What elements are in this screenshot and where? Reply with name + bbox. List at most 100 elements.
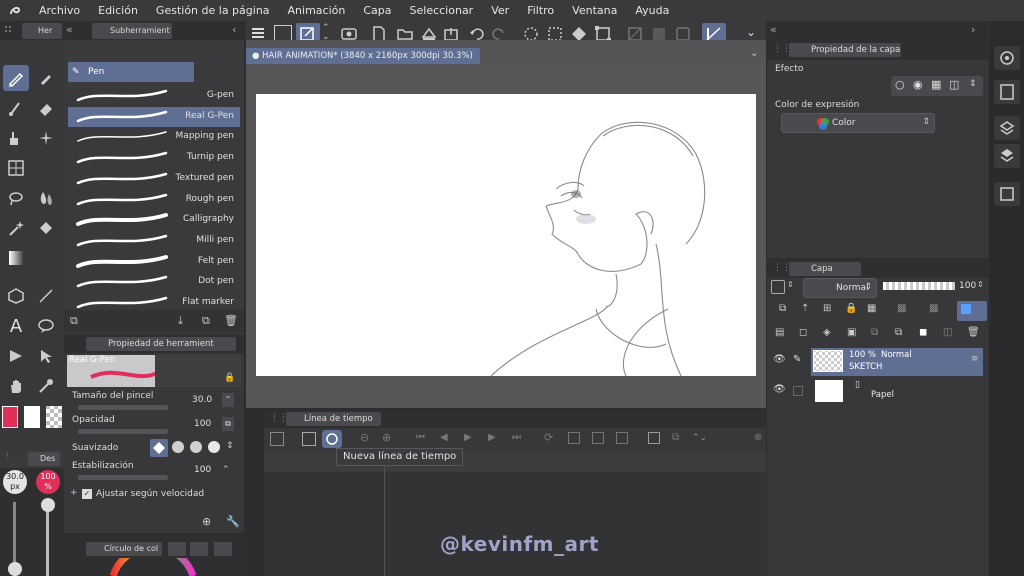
new-anim-folder-icon[interactable] xyxy=(616,432,628,444)
reset-icon[interactable]: ⊕ xyxy=(202,515,211,528)
lock-transparency-icon[interactable]: ▦ xyxy=(867,303,876,314)
balloon-tool-icon[interactable] xyxy=(33,313,59,339)
timeline-more-icon[interactable]: ⊗ xyxy=(754,432,762,443)
new-anim-cel-icon[interactable] xyxy=(592,432,604,444)
layer-tab[interactable]: Capa xyxy=(789,262,861,276)
zoom-out-icon[interactable]: ⊖ xyxy=(360,431,369,444)
opacity-slider-track[interactable] xyxy=(46,502,49,576)
opacity-slider[interactable] xyxy=(78,429,168,434)
new-timeline-button[interactable] xyxy=(322,430,342,448)
timeline-tab[interactable]: Línea de tiempo xyxy=(286,412,381,426)
blend-tool-icon[interactable] xyxy=(33,185,59,211)
brush-size-tab[interactable]: Des xyxy=(28,452,60,466)
material-icon[interactable] xyxy=(994,116,1020,140)
visibility-eye-icon[interactable]: 👁 xyxy=(773,354,786,365)
border-effect-icon[interactable]: ○ xyxy=(895,78,905,91)
navigator-icon[interactable] xyxy=(994,46,1020,70)
last-frame-icon[interactable]: ⏭ xyxy=(512,432,521,443)
smoothing-option-2[interactable] xyxy=(172,441,184,453)
frame-tool-icon[interactable] xyxy=(3,155,29,181)
hamburger-menu-icon[interactable] xyxy=(250,25,266,41)
collapse-right-icon[interactable]: « xyxy=(770,23,777,36)
layer-shape-stepper[interactable]: ⇕ xyxy=(787,280,797,289)
play-icon[interactable]: ▶ xyxy=(464,432,472,443)
size-indicator[interactable]: 30.0 px xyxy=(3,470,27,494)
layer-grip-icon[interactable]: ≡ xyxy=(971,354,979,364)
collapse-right-icon-2[interactable]: › xyxy=(971,23,975,36)
brush-item[interactable]: Felt pen xyxy=(68,252,240,272)
mask-icon[interactable]: ◼ xyxy=(919,327,927,338)
opacity-value-field[interactable]: 100 xyxy=(194,419,211,429)
menu-archivo[interactable]: Archivo xyxy=(30,0,89,21)
brush-item[interactable]: Rough pen xyxy=(68,190,240,210)
visibility-eye-icon[interactable]: 👁 xyxy=(773,384,786,395)
brush-size-value[interactable]: 30.0 xyxy=(192,395,212,405)
specify-cels-icon[interactable]: ⧉ xyxy=(672,432,679,443)
menu-ventana[interactable]: Ventana xyxy=(563,0,626,21)
stabilization-stepper[interactable]: ⌃ xyxy=(222,465,230,475)
layer-mask-icon[interactable]: ▩ xyxy=(929,303,938,314)
clip-layer-icon[interactable]: ⧉ xyxy=(779,303,786,314)
layer-stack-icon[interactable] xyxy=(994,144,1020,168)
subtool-group-pen[interactable]: ✎ Pen xyxy=(68,62,194,82)
layer-opacity-slider[interactable] xyxy=(883,282,955,290)
brush-item[interactable]: Dot pen xyxy=(68,272,240,292)
eraser-tool-icon[interactable] xyxy=(33,95,59,121)
opacity-indicator[interactable]: 100 % xyxy=(36,470,60,494)
color-tab-2[interactable] xyxy=(168,542,186,556)
expression-color-dropdown[interactable]: Color ⇕ xyxy=(781,113,935,133)
new-vector-layer-icon[interactable]: ◈ xyxy=(823,327,831,338)
layer-list-icon[interactable]: ▤ xyxy=(775,327,784,338)
operation-tool-icon[interactable] xyxy=(33,343,59,369)
history-icon[interactable] xyxy=(994,182,1020,206)
document-tab[interactable]: ● HAIR ANIMATION* (3840 x 2160px 300dpi … xyxy=(246,48,480,64)
layer-opacity-stepper[interactable]: ⇕ xyxy=(977,280,984,289)
brush-item[interactable]: Milli pen xyxy=(68,231,240,251)
layer-color-icon[interactable]: ◫ xyxy=(949,78,959,91)
expand-plus-icon[interactable]: + xyxy=(70,488,78,498)
new-raster-layer-icon[interactable]: ◻ xyxy=(799,327,807,338)
fill-bucket-icon[interactable] xyxy=(33,215,59,241)
smoothing-option-1[interactable] xyxy=(150,439,168,457)
smoothing-option-3[interactable] xyxy=(190,441,202,453)
palette-color-icon[interactable]: ▩ xyxy=(897,303,906,314)
menu-seleccionar[interactable]: Seleccionar xyxy=(401,0,483,21)
tone-effect-icon[interactable]: ▦ xyxy=(931,78,941,91)
subtool-duplicate-icon[interactable]: ⧉ xyxy=(202,314,210,328)
figure-tool-icon[interactable] xyxy=(3,283,29,309)
magic-wand-icon[interactable] xyxy=(3,215,29,241)
color-tab-4[interactable] xyxy=(214,542,232,556)
opacity-link-icon[interactable]: ⧉ xyxy=(222,417,234,431)
brush-item[interactable]: Calligraphy xyxy=(68,210,240,230)
subtool-tab[interactable]: Subherramient xyxy=(92,23,172,39)
stabilization-value[interactable]: 100 xyxy=(194,465,211,475)
merge-down-icon[interactable]: ⧉ xyxy=(895,327,902,338)
subtool-download-icon[interactable]: ⤓ xyxy=(178,314,183,328)
tool-tab[interactable]: Her xyxy=(22,23,62,39)
new-folder-icon[interactable]: ▣ xyxy=(847,327,856,338)
color-wheel-ring[interactable] xyxy=(108,558,198,576)
timeline-menu-icon[interactable] xyxy=(270,432,284,446)
hand-tool-icon[interactable] xyxy=(3,373,29,399)
extract-line-icon[interactable]: ◉ xyxy=(913,78,923,91)
timeline-settings-icon[interactable] xyxy=(302,432,316,446)
wrench-icon[interactable]: 🔧 xyxy=(226,515,240,528)
reference-layer-icon[interactable]: ⇡ xyxy=(801,303,809,314)
menu-capa[interactable]: Capa xyxy=(354,0,400,21)
brush-item[interactable]: G-pen xyxy=(68,86,240,106)
pencil-tool-icon[interactable] xyxy=(33,65,59,91)
stabilization-slider[interactable] xyxy=(78,475,168,480)
layer-select-box[interactable] xyxy=(793,386,803,396)
sub-color-swatch[interactable] xyxy=(24,406,40,428)
smoothing-stepper[interactable]: ⇕ xyxy=(226,441,234,451)
text-tool-icon[interactable]: A xyxy=(3,313,29,339)
opacity-slider-handle[interactable] xyxy=(41,498,55,512)
app-logo-icon[interactable] xyxy=(0,0,30,21)
collapse-left-icon[interactable]: ‹ xyxy=(232,23,236,36)
layer-opacity-value[interactable]: 100 xyxy=(959,281,976,291)
zoom-in-icon[interactable]: ⊕ xyxy=(382,431,391,444)
sparkle-tool-icon[interactable] xyxy=(33,125,59,151)
transparent-swatch[interactable] xyxy=(46,406,62,428)
lasso-tool-icon[interactable] xyxy=(3,185,29,211)
brush-item[interactable]: Textured pen xyxy=(68,169,240,189)
